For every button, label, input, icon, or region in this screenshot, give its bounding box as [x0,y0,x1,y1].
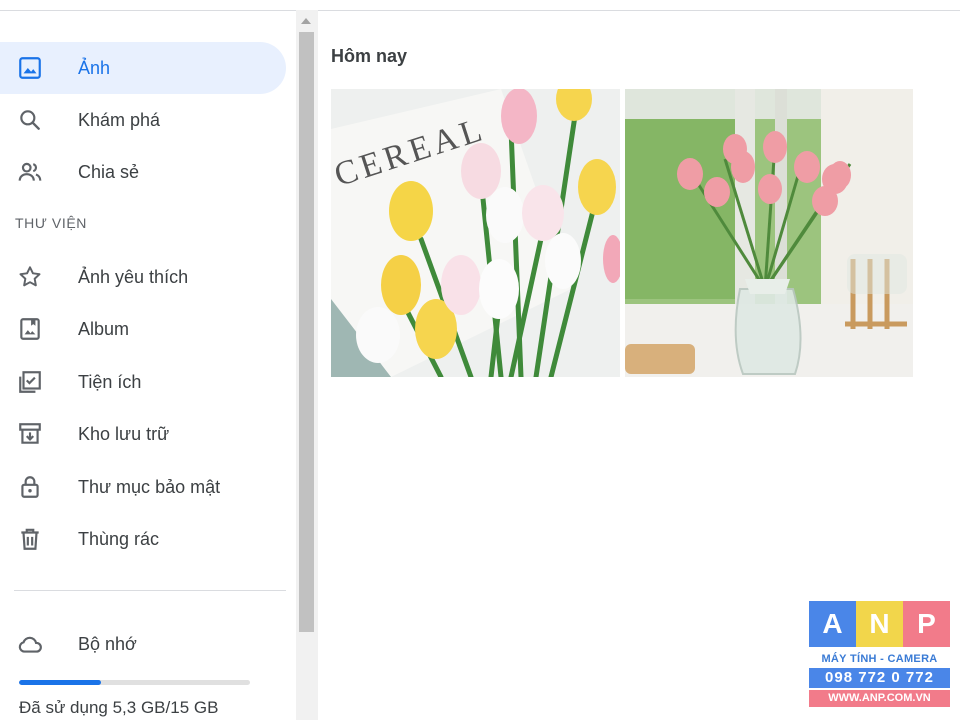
photo-icon [16,54,44,82]
sidebar-item-storage[interactable]: Bộ nhớ [0,618,286,670]
sidebar-item-label: Album [78,318,130,339]
logo-letter-n: N [856,601,903,647]
sidebar-item-label: Ảnh yêu thích [78,266,189,287]
sidebar-item-label: Bộ nhớ [78,633,137,654]
sidebar-item-label: Ảnh [78,57,111,78]
sidebar-item-locked-folder[interactable]: Thư mục bảo mật [0,461,286,513]
sidebar-item-favorites[interactable]: Ảnh yêu thích [0,251,286,303]
logo-letter-p: P [903,601,950,647]
sidebar-item-photos[interactable]: Ảnh [0,42,286,94]
logo-letter-a: A [809,601,856,647]
library-heading: THƯ VIỆN [15,215,87,231]
album-icon [16,315,44,343]
scroll-up-arrow-icon[interactable] [301,18,311,24]
scrollbar-thumb[interactable] [299,32,314,632]
sidebar: Ảnh Khám phá Chia sẻ THƯ VIỆN Ảnh yêu th… [0,0,296,720]
logo-website: WWW.ANP.COM.VN [809,690,950,707]
sidebar-item-label: Thư mục bảo mật [78,476,221,497]
storage-used-text: Đã sử dụng 5,3 GB/15 GB [19,698,219,717]
storage-progress-bar [19,680,250,685]
sidebar-item-label: Thùng rác [78,528,160,549]
people-icon [16,158,44,186]
anp-watermark-logo: A N P MÁY TÍNH - CAMERA 098 772 0 772 WW… [809,601,950,711]
sidebar-item-archive[interactable]: Kho lưu trữ [0,408,286,460]
sidebar-item-explore[interactable]: Khám phá [0,94,286,146]
trash-icon [16,525,44,553]
sidebar-item-label: Khám phá [78,109,161,130]
search-icon [16,106,44,134]
sidebar-item-sharing[interactable]: Chia sẻ [0,146,286,198]
tulips-vase-photo[interactable] [625,89,913,377]
lock-icon [16,473,44,501]
sidebar-item-label: Tiện ích [78,371,142,392]
storage-progress-fill [19,680,101,685]
sidebar-item-album[interactable]: Album [0,303,286,355]
sidebar-divider [14,590,286,591]
sidebar-item-trash[interactable]: Thùng rác [0,513,286,565]
tulips-flatlay-photo[interactable]: CEREAL [331,89,620,377]
archive-icon [16,420,44,448]
sidebar-scrollbar[interactable] [296,10,318,720]
cloud-icon [16,630,44,658]
sidebar-item-label: Chia sẻ [78,161,140,182]
date-section-title: Hôm nay [331,46,408,66]
sidebar-item-label: Kho lưu trữ [78,423,170,444]
logo-phone: 098 772 0 772 [809,668,950,688]
utilities-icon [16,368,44,396]
logo-tagline: MÁY TÍNH - CAMERA [821,653,938,665]
sidebar-item-utilities[interactable]: Tiện ích [0,356,286,408]
star-icon [16,263,44,291]
